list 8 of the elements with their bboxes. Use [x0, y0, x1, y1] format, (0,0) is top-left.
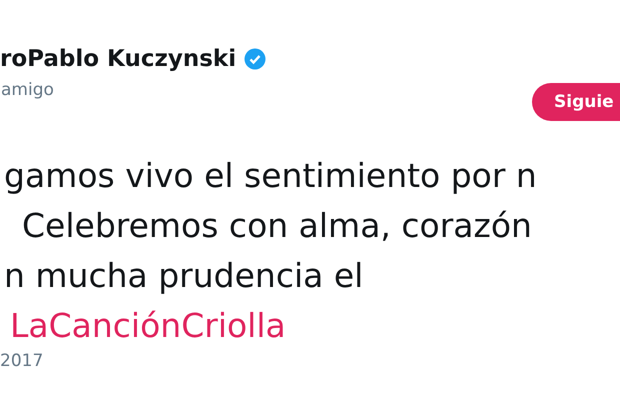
author-handle: amigo	[0, 80, 55, 100]
hashtag-link[interactable]: LaCanciónCriolla	[4, 301, 620, 351]
tweet-date: 2017	[0, 351, 44, 371]
follow-button[interactable]: Siguie	[532, 83, 620, 121]
tweet-text-line: Celebremos con alma, corazón	[21, 205, 533, 247]
author-name[interactable]: roPablo Kuczynski	[0, 46, 236, 72]
tweet-text-line: n mucha prudencia el	[4, 255, 364, 297]
tweet-text-line: gamos vivo el sentimiento por n	[4, 155, 538, 197]
